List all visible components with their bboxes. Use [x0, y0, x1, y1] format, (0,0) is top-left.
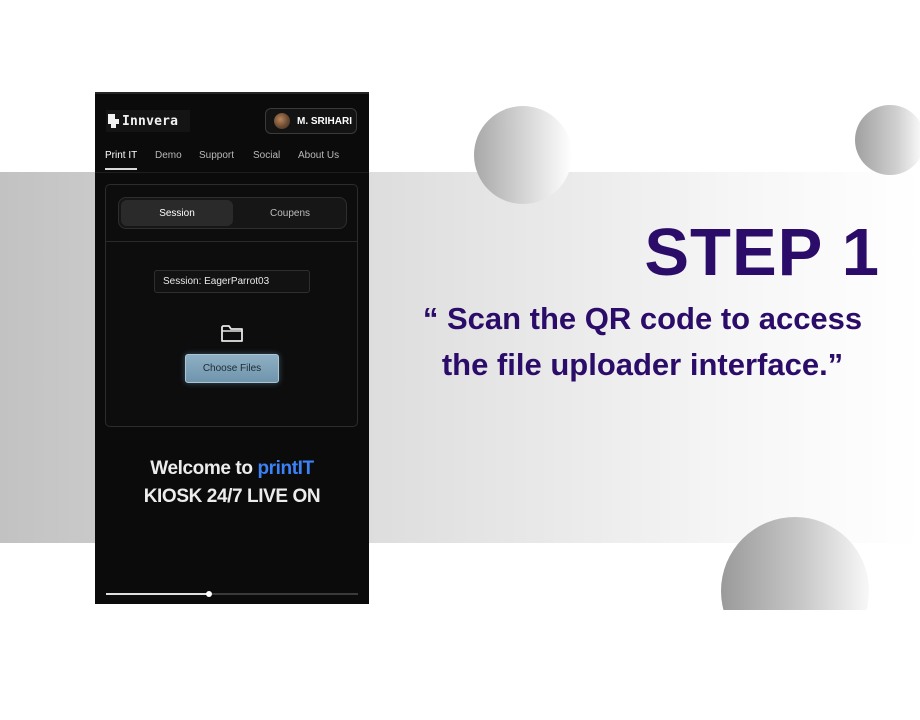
decorative-circle — [474, 106, 572, 204]
logo[interactable]: Innvera — [106, 110, 190, 132]
user-profile-button[interactable]: M. SRIHARI — [265, 108, 357, 134]
top-bar: Innvera M. SRIHARI — [95, 94, 369, 140]
nav-about-us[interactable]: About Us — [298, 150, 339, 172]
decorative-circle — [721, 517, 869, 610]
upload-card: Session Coupens Session: EagerParrot03 C… — [105, 184, 358, 427]
step-title: STEP 1 — [644, 215, 880, 290]
phone-screenshot: Innvera M. SRIHARI Print IT Demo Support… — [95, 92, 369, 604]
nav-support[interactable]: Support — [199, 150, 234, 172]
decorative-circle — [855, 105, 920, 175]
avatar — [274, 113, 290, 129]
tab-group: Session Coupens — [118, 197, 347, 229]
scroll-progress-thumb[interactable] — [206, 591, 213, 597]
user-name: M. SRIHARI — [297, 115, 352, 127]
description-line-1: “ Scan the QR code to access — [422, 301, 863, 336]
nav-bar: Print IT Demo Support Social About Us — [95, 150, 369, 172]
kiosk-tagline: KIOSK 24/7 LIVE ON — [143, 486, 321, 507]
decorative-circle-clip — [700, 500, 920, 610]
logo-mark-icon — [108, 114, 120, 128]
step-description: “ Scan the QR code to access the file up… — [395, 296, 890, 388]
welcome-prefix: Welcome to — [150, 458, 258, 479]
brand-name: printIT — [257, 458, 314, 479]
session-field: Session: EagerParrot03 — [154, 270, 310, 293]
choose-files-button[interactable]: Choose Files — [185, 354, 279, 383]
folder-icon — [221, 325, 243, 342]
scroll-progress-bar[interactable] — [106, 591, 358, 597]
nav-demo[interactable]: Demo — [155, 150, 182, 172]
welcome-heading: Welcome to printIT — [95, 458, 369, 480]
nav-print-it[interactable]: Print IT — [105, 150, 138, 172]
tab-session[interactable]: Session — [121, 200, 233, 226]
scroll-progress-fill — [106, 593, 210, 595]
divider — [95, 172, 369, 173]
description-line-2: the file uploader interface.” — [441, 347, 844, 382]
divider — [106, 241, 357, 242]
logo-text: Innvera — [122, 113, 179, 129]
tab-coupens[interactable]: Coupens — [234, 200, 346, 226]
nav-social[interactable]: Social — [253, 150, 280, 172]
